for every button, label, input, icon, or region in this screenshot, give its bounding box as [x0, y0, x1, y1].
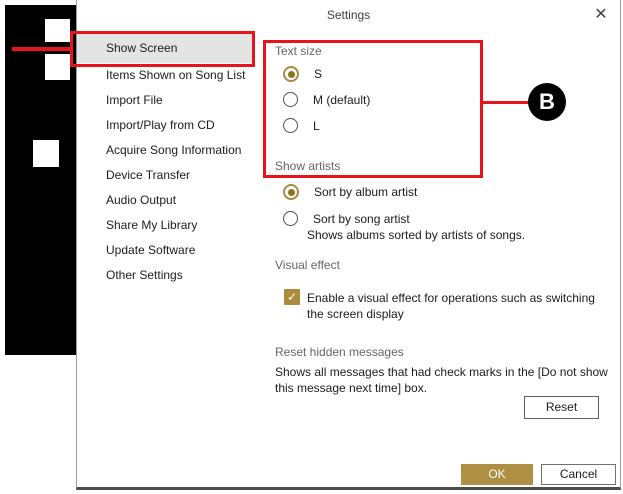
- show-artists-label: Show artists: [275, 159, 340, 173]
- radio-row-text-size-s: S: [283, 66, 322, 82]
- radio-row-text-size-l: L: [283, 118, 320, 133]
- sidebar-item-device-transfer[interactable]: Device Transfer: [77, 163, 253, 188]
- radio-button-l[interactable]: [283, 118, 298, 133]
- reset-hidden-messages-label: Reset hidden messages: [275, 345, 404, 359]
- sidebar-item-import-file[interactable]: Import File: [77, 88, 253, 113]
- close-icon[interactable]: ✕: [590, 4, 612, 26]
- background-app-panel: [5, 5, 76, 355]
- sidebar-item-acquire-song-information[interactable]: Acquire Song Information: [77, 138, 253, 163]
- background-app-shape: [45, 54, 70, 80]
- dialog-title: Settings: [77, 8, 620, 22]
- settings-dialog: Settings ✕ Show Screen Items Shown on So…: [76, 0, 621, 490]
- sidebar-item-audio-output[interactable]: Audio Output: [77, 188, 253, 213]
- background-app-shape: [33, 140, 59, 167]
- radio-label-l[interactable]: L: [313, 119, 320, 133]
- radio-label-m[interactable]: M (default): [313, 93, 370, 107]
- radio-label-album-artist[interactable]: Sort by album artist: [314, 185, 417, 199]
- radio-row-song-artist: Sort by song artist: [283, 211, 410, 226]
- reset-hidden-messages-description: Shows all messages that had check marks …: [275, 364, 620, 396]
- text-size-label: Text size: [275, 44, 322, 58]
- radio-button-song-artist[interactable]: [283, 211, 298, 226]
- show-artists-description: Shows albums sorted by artists of songs.: [307, 227, 623, 243]
- visual-effect-label: Visual effect: [275, 258, 340, 272]
- sidebar-item-other-settings[interactable]: Other Settings: [77, 263, 253, 288]
- sidebar-item-show-screen[interactable]: Show Screen: [77, 34, 253, 63]
- radio-button-s[interactable]: [283, 66, 299, 82]
- visual-effect-checkbox-label[interactable]: Enable a visual effect for operations su…: [307, 290, 609, 322]
- sidebar-item-share-my-library[interactable]: Share My Library: [77, 213, 253, 238]
- sidebar-item-import-play-from-cd[interactable]: Import/Play from CD: [77, 113, 253, 138]
- radio-button-m[interactable]: [283, 92, 298, 107]
- background-app-shape: [45, 19, 70, 42]
- cancel-button[interactable]: Cancel: [541, 464, 616, 485]
- radio-row-text-size-m: M (default): [283, 92, 370, 107]
- reset-button[interactable]: Reset: [524, 396, 599, 419]
- radio-label-s[interactable]: S: [314, 67, 322, 81]
- sidebar-item-items-shown-on-song-list[interactable]: Items Shown on Song List: [77, 63, 253, 88]
- settings-sidebar: Show Screen Items Shown on Song List Imp…: [77, 34, 253, 288]
- sidebar-item-update-software[interactable]: Update Software: [77, 238, 253, 263]
- radio-label-song-artist[interactable]: Sort by song artist: [313, 212, 410, 226]
- radio-row-album-artist: Sort by album artist: [283, 184, 417, 200]
- radio-button-album-artist[interactable]: [283, 184, 299, 200]
- ok-button[interactable]: OK: [461, 464, 533, 485]
- screenshot-root: { "window": { "title": "Settings", "clos…: [0, 0, 623, 494]
- visual-effect-checkbox[interactable]: ✓: [284, 289, 300, 305]
